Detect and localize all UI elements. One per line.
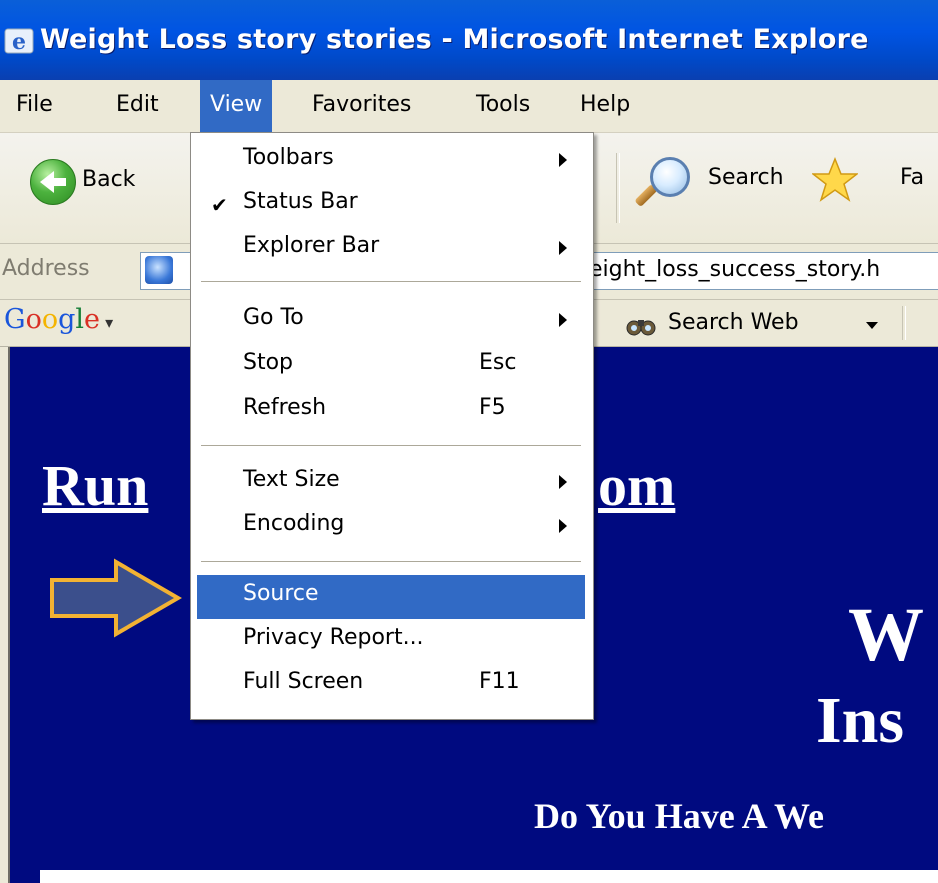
site-link-right[interactable]: om	[598, 452, 675, 519]
view-menu-refresh[interactable]: Refresh F5	[197, 389, 585, 433]
internet-explorer-icon: e	[4, 28, 34, 54]
menu-item-label: Text Size	[243, 467, 340, 492]
menu-item-label: Privacy Report...	[243, 625, 424, 650]
view-menu-text-size[interactable]: Text Size	[197, 461, 585, 505]
title-bar: e Weight Loss story stories - Microsoft …	[0, 0, 938, 80]
menu-item-shortcut: Esc	[479, 350, 517, 375]
headline-question: Do You Have A We	[534, 796, 825, 836]
view-menu-dropdown: Toolbars ✔ Status Bar Explorer Bar Go To…	[190, 132, 594, 720]
headline-weight: W	[848, 593, 924, 677]
submenu-arrow-icon	[559, 241, 567, 255]
menu-edit[interactable]: Edit	[110, 80, 165, 132]
view-menu-go-to[interactable]: Go To	[197, 299, 585, 343]
favorites-button-label: Fa	[900, 165, 925, 190]
view-menu-full-screen[interactable]: Full Screen F11	[197, 663, 585, 707]
menu-item-shortcut: F5	[479, 395, 506, 420]
menu-item-label: Refresh	[243, 395, 327, 420]
menu-tools[interactable]: Tools	[470, 80, 536, 132]
menu-divider	[201, 561, 581, 563]
svg-text:e: e	[12, 29, 26, 54]
google-logo[interactable]: Google ▾	[4, 304, 113, 335]
submenu-arrow-icon	[559, 519, 567, 533]
google-logo-caret-icon: ▾	[100, 313, 114, 332]
magnifier-icon	[650, 157, 690, 197]
google-logo-text: Google	[4, 304, 101, 335]
menu-item-shortcut: F11	[479, 669, 520, 694]
submenu-arrow-icon	[559, 153, 567, 167]
headline-inspiration: Ins	[816, 684, 905, 757]
search-web-label: Search Web	[668, 310, 799, 335]
menu-file[interactable]: File	[10, 80, 59, 132]
menu-item-label: Go To	[243, 305, 304, 330]
content-white-panel	[40, 870, 938, 883]
search-web-dropdown-icon[interactable]	[866, 322, 878, 329]
menu-view[interactable]: View	[200, 80, 273, 132]
checkmark-icon: ✔	[211, 193, 228, 217]
address-value: eight_loss_success_story.h	[589, 257, 881, 282]
page-icon	[145, 256, 173, 284]
submenu-arrow-icon	[559, 313, 567, 327]
site-link-left[interactable]: Run	[42, 452, 148, 519]
view-menu-encoding[interactable]: Encoding	[197, 505, 585, 549]
menu-item-label: Explorer Bar	[243, 233, 380, 258]
menu-divider	[201, 281, 581, 283]
view-menu-privacy-report[interactable]: Privacy Report...	[197, 619, 585, 663]
binoculars-icon	[626, 320, 656, 336]
menu-item-label: Full Screen	[243, 669, 364, 694]
view-menu-explorer-bar[interactable]: Explorer Bar	[197, 227, 585, 271]
menu-item-label: Toolbars	[243, 145, 334, 170]
window-title: Weight Loss story stories - Microsoft In…	[40, 24, 869, 55]
menu-divider	[201, 445, 581, 447]
view-menu-toolbars[interactable]: Toolbars	[197, 139, 585, 183]
callout-arrow-icon	[50, 558, 182, 638]
menu-item-label: Status Bar	[243, 189, 358, 214]
toolbar-separator	[616, 153, 620, 223]
google-toolbar-separator	[902, 306, 906, 340]
address-label: Address	[2, 256, 90, 281]
menu-help[interactable]: Help	[574, 80, 636, 132]
menu-bar: File Edit View Favorites Tools Help	[0, 80, 938, 133]
view-menu-stop[interactable]: Stop Esc	[197, 344, 585, 388]
submenu-arrow-icon	[559, 475, 567, 489]
view-menu-source[interactable]: Source	[197, 575, 585, 619]
menu-item-label: Source	[243, 581, 319, 606]
back-button-label: Back	[82, 167, 136, 192]
back-arrow-icon	[30, 159, 76, 205]
star-icon	[812, 157, 858, 202]
search-button-label: Search	[708, 165, 784, 190]
view-menu-status-bar[interactable]: ✔ Status Bar	[197, 183, 585, 227]
menu-favorites[interactable]: Favorites	[306, 80, 417, 132]
menu-item-label: Encoding	[243, 511, 345, 536]
menu-item-label: Stop	[243, 350, 294, 375]
